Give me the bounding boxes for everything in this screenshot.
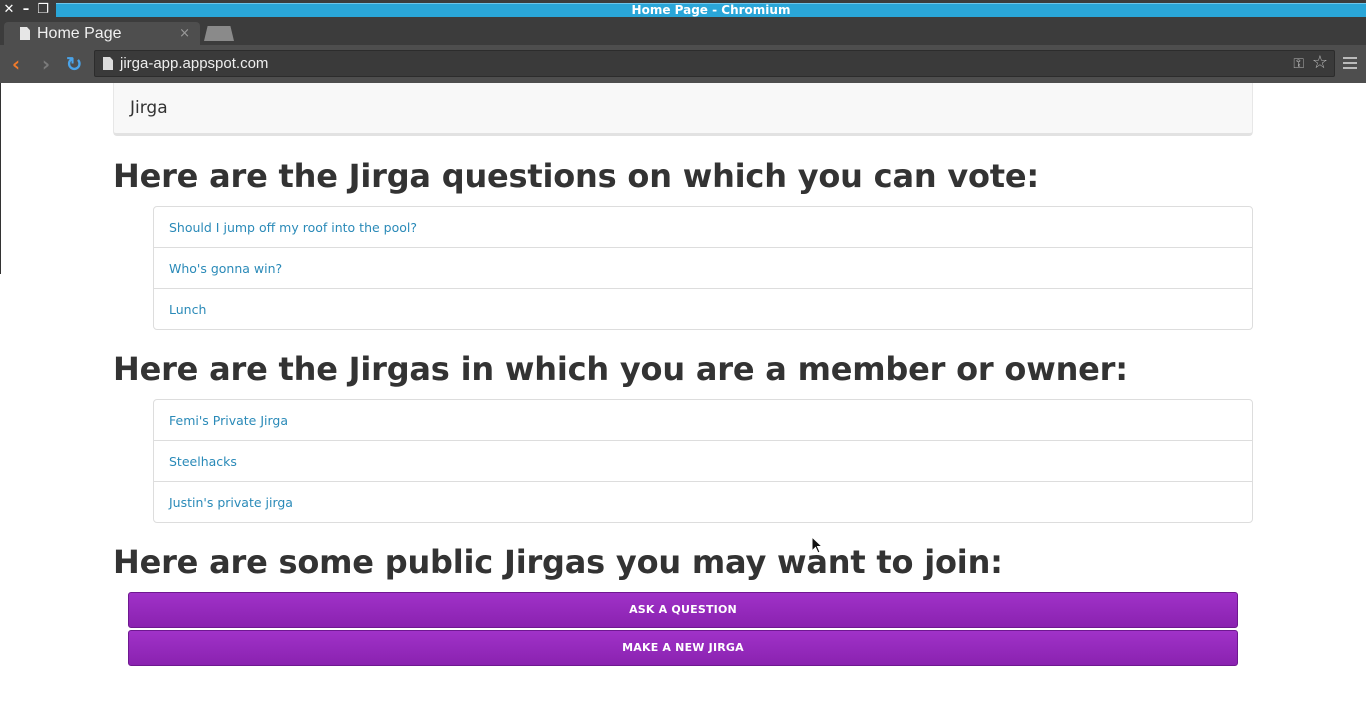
list-item[interactable]: Should I jump off my roof into the pool? — [154, 207, 1252, 247]
tab-close-icon[interactable]: × — [179, 25, 190, 43]
question-link[interactable]: Lunch — [169, 302, 206, 317]
list-item[interactable]: Femi's Private Jirga — [154, 400, 1252, 440]
url-text[interactable]: jirga-app.appspot.com — [120, 55, 268, 73]
tab-home-page[interactable]: Home Page × — [4, 22, 200, 45]
list-item[interactable]: Justin's private jirga — [154, 481, 1252, 522]
address-bar[interactable]: jirga-app.appspot.com ⚿ ☆ — [94, 50, 1335, 77]
list-item[interactable]: Steelhacks — [154, 440, 1252, 481]
questions-list: Should I jump off my roof into the pool?… — [153, 206, 1253, 330]
page-icon — [103, 57, 113, 70]
ask-question-button[interactable]: ASK A QUESTION — [128, 592, 1238, 628]
window-controls: ✕ – ❐ — [2, 2, 50, 18]
mouse-cursor-icon — [811, 536, 823, 554]
tab-title: Home Page — [37, 25, 122, 42]
tab-strip: Home Page × — [0, 20, 1366, 45]
jirga-link[interactable]: Steelhacks — [169, 454, 237, 469]
window-title-bar: ✕ – ❐ Home Page - Chromium — [0, 0, 1366, 20]
navbar-brand[interactable]: Jirga — [130, 98, 168, 118]
menu-icon[interactable] — [1343, 57, 1357, 69]
jirga-link[interactable]: Femi's Private Jirga — [169, 413, 288, 428]
question-link[interactable]: Who's gonna win? — [169, 261, 282, 276]
close-window-icon[interactable]: ✕ — [2, 3, 16, 17]
site-navbar: Jirga — [113, 83, 1253, 136]
new-tab-button[interactable] — [204, 26, 234, 41]
left-edge-line — [0, 83, 1, 274]
minimize-window-icon[interactable]: – — [19, 3, 33, 17]
question-link[interactable]: Should I jump off my roof into the pool? — [169, 220, 417, 235]
restore-window-icon[interactable]: ❐ — [36, 3, 50, 17]
forward-icon[interactable]: › — [35, 53, 57, 75]
jirga-link[interactable]: Justin's private jirga — [169, 495, 293, 510]
jirgas-heading: Here are the Jirgas in which you are a m… — [113, 350, 1128, 388]
make-new-jirga-button[interactable]: MAKE A NEW JIRGA — [128, 630, 1238, 666]
questions-heading: Here are the Jirga questions on which yo… — [113, 157, 1040, 195]
window-title: Home Page - Chromium — [631, 3, 791, 17]
jirgas-list: Femi's Private Jirga Steelhacks Justin's… — [153, 399, 1253, 523]
list-item[interactable]: Who's gonna win? — [154, 247, 1252, 288]
reload-icon[interactable]: ↻ — [63, 53, 85, 75]
page-viewport: Jirga Here are the Jirga questions on wh… — [0, 83, 1366, 720]
key-icon[interactable]: ⚿ — [1293, 55, 1304, 73]
list-item[interactable]: Lunch — [154, 288, 1252, 329]
bookmark-star-icon[interactable]: ☆ — [1312, 53, 1328, 73]
title-strip: Home Page - Chromium — [56, 3, 1366, 17]
browser-toolbar: ‹ › ↻ jirga-app.appspot.com ⚿ ☆ — [0, 45, 1366, 83]
page-icon — [20, 27, 30, 40]
back-icon[interactable]: ‹ — [5, 53, 27, 75]
public-jirgas-heading: Here are some public Jirgas you may want… — [113, 543, 1003, 581]
